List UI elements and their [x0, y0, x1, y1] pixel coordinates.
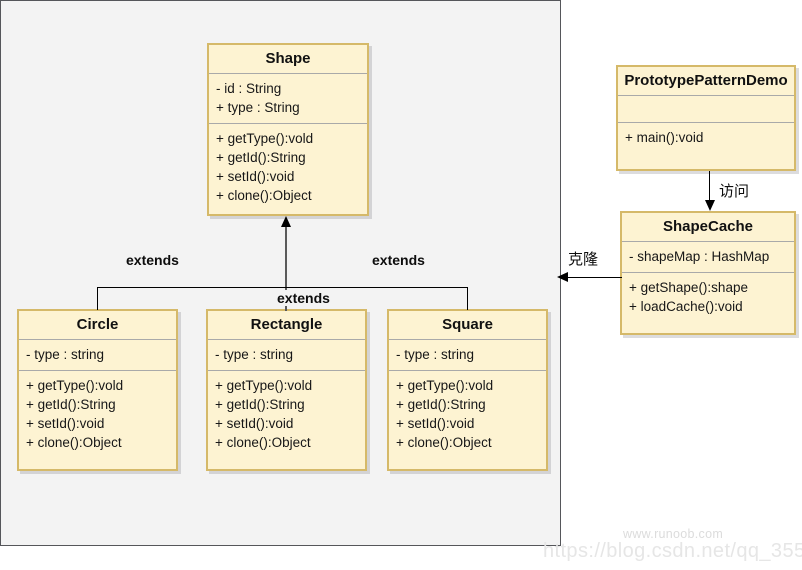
class-box-circle[interactable]: Circle - type : string + getType():vold …	[17, 309, 178, 471]
class-box-shape[interactable]: Shape - id : String + type : String + ge…	[207, 43, 369, 216]
attribute-row: - type : string	[215, 347, 294, 362]
attributes-compartment-rectangle: - type : string	[208, 340, 365, 370]
edge-label-extends-circle: extends	[126, 252, 179, 268]
generalization-arrowhead-shape	[281, 216, 291, 227]
dependency-line-clone	[568, 277, 622, 278]
method-row: + getId():String	[396, 397, 486, 412]
attributes-compartment-square: - type : string	[389, 340, 546, 370]
dependency-line-demo-to-cache	[709, 171, 710, 200]
edge-label-extends-rectangle: extends	[275, 290, 332, 306]
method-row: + clone():Object	[396, 435, 492, 450]
class-box-shape-cache[interactable]: ShapeCache - shapeMap : HashMap + getSha…	[620, 211, 796, 335]
class-title-circle: Circle	[76, 316, 119, 333]
dependency-arrowhead-cache	[705, 200, 715, 211]
attributes-compartment-shape: - id : String + type : String	[209, 74, 367, 123]
attribute-row: - type : string	[396, 347, 475, 362]
attributes-compartment-demo	[618, 96, 794, 122]
attribute-row: - id : String	[216, 81, 282, 96]
methods-compartment-shape: + getType():vold + getId():String + setI…	[209, 124, 367, 211]
class-box-square[interactable]: Square - type : string + getType():vold …	[387, 309, 548, 471]
class-title-shape: Shape	[265, 50, 311, 67]
attributes-compartment-circle: - type : string	[19, 340, 176, 370]
method-row: + getType():vold	[215, 378, 313, 393]
method-row: + getType():vold	[216, 131, 314, 146]
method-row: + getType():vold	[26, 378, 124, 393]
method-row: + setId():void	[26, 416, 105, 431]
methods-compartment-cache: + getShape():shape + loadCache():void	[622, 273, 794, 322]
class-box-rectangle[interactable]: Rectangle - type : string + getType():vo…	[206, 309, 367, 471]
class-title-square: Square	[442, 316, 493, 333]
attributes-compartment-cache: - shapeMap : HashMap	[622, 242, 794, 272]
method-row: + getId():String	[216, 150, 306, 165]
attribute-row: - type : string	[26, 347, 105, 362]
method-row: + clone():Object	[215, 435, 311, 450]
method-row: + setId():void	[216, 169, 295, 184]
attribute-row: + type : String	[216, 100, 300, 115]
method-row: + getShape():shape	[629, 280, 748, 295]
dependency-arrowhead-clone	[557, 272, 568, 282]
method-row: + loadCache():void	[629, 299, 743, 314]
edge-label-extends-square: extends	[372, 252, 425, 268]
methods-compartment-demo: + main():void	[618, 123, 794, 153]
class-title-rectangle: Rectangle	[250, 316, 323, 333]
methods-compartment-rectangle: + getType():vold + getId():String + setI…	[208, 371, 365, 458]
method-row: + clone():Object	[26, 435, 122, 450]
method-row: + getId():String	[26, 397, 116, 412]
generalization-rail	[97, 287, 468, 288]
method-row: + getType():vold	[396, 378, 494, 393]
generalization-line-circle	[97, 287, 98, 310]
method-row: + main():void	[625, 130, 704, 145]
class-title-prototype-pattern-demo: PrototypePatternDemo	[624, 72, 788, 89]
generalization-line-square	[467, 287, 468, 310]
edge-label-visit: 访问	[719, 182, 750, 200]
watermark-runoob: www.runoob.com	[623, 527, 724, 541]
method-row: + getId():String	[215, 397, 305, 412]
attribute-row: - shapeMap : HashMap	[629, 249, 770, 264]
methods-compartment-circle: + getType():vold + getId():String + setI…	[19, 371, 176, 458]
class-title-shape-cache: ShapeCache	[662, 218, 754, 235]
method-row: + setId():void	[215, 416, 294, 431]
diagram-canvas: Shape - id : String + type : String + ge…	[0, 0, 802, 570]
method-row: + setId():void	[396, 416, 475, 431]
edge-label-clone: 克隆	[568, 250, 599, 268]
method-row: + clone():Object	[216, 188, 312, 203]
watermark-csdn: https://blog.csdn.net/qq_35531985	[543, 540, 802, 562]
class-box-prototype-pattern-demo[interactable]: PrototypePatternDemo + main():void	[616, 65, 796, 171]
methods-compartment-square: + getType():vold + getId():String + setI…	[389, 371, 546, 458]
